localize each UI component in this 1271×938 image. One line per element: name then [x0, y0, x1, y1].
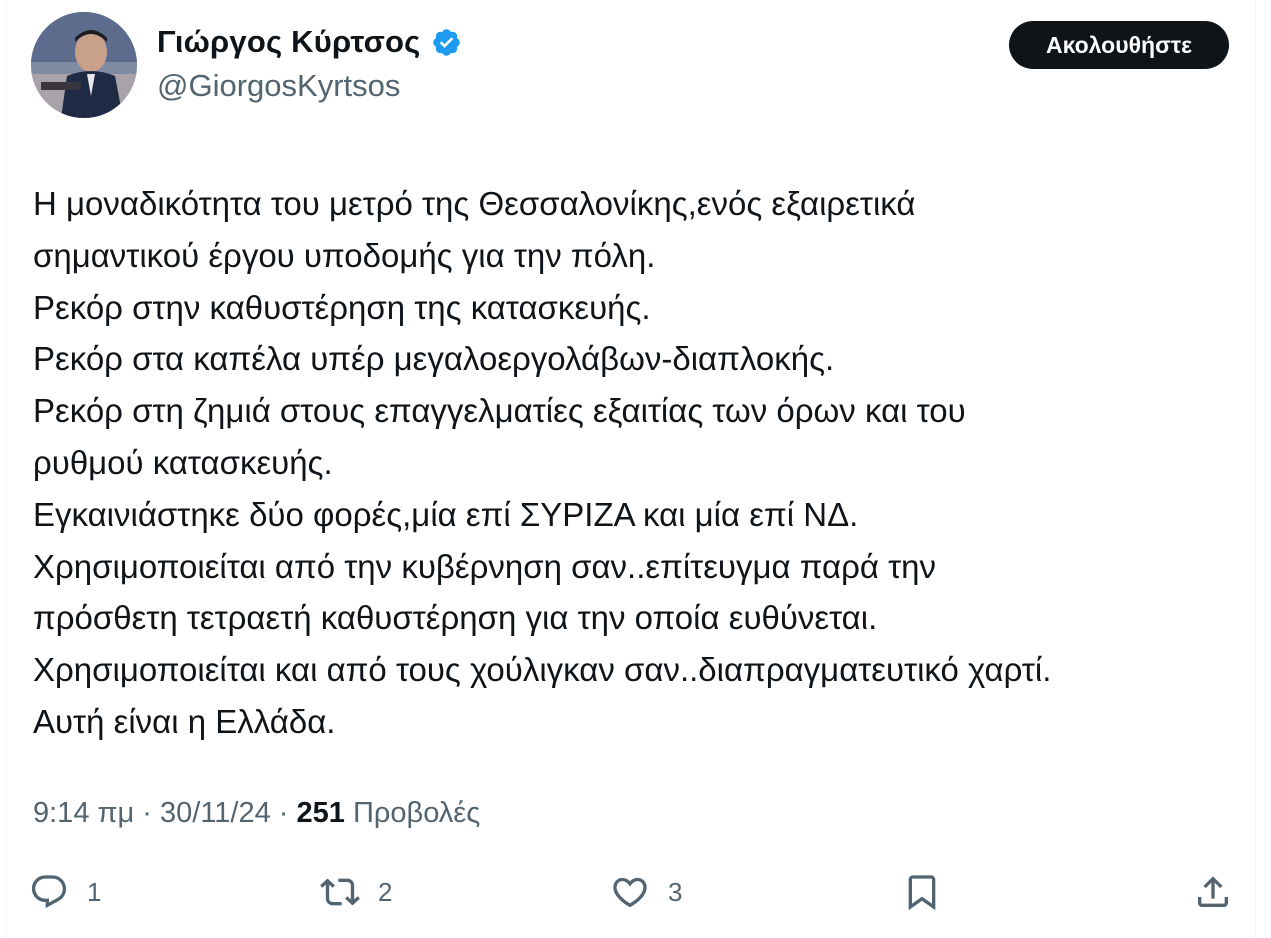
action-bar: 1 2 3: [7, 866, 1257, 918]
tweet-line: Εγκαινιάστηκε δύο φορές,μία επί ΣΥΡΙΖΑ κ…: [33, 495, 859, 533]
verified-badge-icon: [432, 28, 460, 56]
user-handle[interactable]: @GiorgosKyrtsos: [157, 68, 400, 104]
tweet-line: Ρεκόρ στα καπέλα υπέρ μεγαλοεργολάβων-δι…: [33, 340, 835, 378]
display-name[interactable]: Γιώργος Κύρτσος: [157, 24, 421, 60]
views-count: 251: [296, 797, 345, 829]
tweet-line: Χρησιμοποιείται από την κυβέρνηση σαν..ε…: [33, 547, 937, 585]
repost-button[interactable]: 2: [320, 866, 392, 918]
like-button[interactable]: 3: [610, 866, 682, 918]
tweet-line: πρόσθετη τετραετή καθυστέρηση για την οπ…: [33, 599, 878, 637]
reply-count: 1: [87, 876, 102, 907]
meta-separator: ·: [270, 797, 297, 829]
tweet-card: Γιώργος Κύρτσος @GiorgosKyrtsos Ακολουθή…: [6, 0, 1256, 938]
tweet-line: Η μοναδικότητα του μετρό της Θεσσαλονίκη…: [33, 185, 916, 222]
heart-icon: [613, 877, 647, 908]
tweet-meta: 9:14 πμ · 30/11/24 · 251 Προβολές: [33, 797, 480, 830]
tweet-line: σημαντικού έργου υποδομής για την πόλη.: [33, 236, 656, 274]
tweet-line: Χρησιμοποιείται και από τους χούλιγκαν σ…: [33, 651, 1052, 689]
reply-icon: [31, 875, 67, 909]
tweet-text: Η μοναδικότητα του μετρό της Θεσσαλονίκη…: [33, 178, 1248, 748]
tweet-line: Ρεκόρ στην καθυστέρηση της κατασκευής.: [33, 288, 651, 326]
repost-icon: [320, 878, 360, 906]
avatar[interactable]: [31, 12, 137, 118]
follow-button[interactable]: Ακολουθήστε: [1009, 21, 1229, 69]
bookmark-button[interactable]: [902, 866, 942, 918]
like-count: 3: [668, 876, 683, 907]
share-button[interactable]: [1193, 866, 1233, 918]
views-label: Προβολές: [352, 797, 481, 829]
repost-count: 2: [378, 876, 393, 907]
tweet-line: Αυτή είναι η Ελλάδα.: [33, 702, 336, 740]
avatar-photo: [31, 12, 137, 118]
meta-separator: ·: [134, 797, 160, 829]
tweet-line: ρυθμού κατασκευής.: [33, 443, 333, 481]
tweet-time[interactable]: 9:14 πμ: [33, 797, 134, 829]
tweet-date[interactable]: 30/11/24: [160, 797, 271, 829]
reply-button[interactable]: 1: [29, 866, 101, 918]
author-row: Γιώργος Κύρτσος: [157, 24, 462, 60]
bookmark-icon: [908, 875, 936, 911]
tweet-line: Ρεκόρ στη ζημιά στους επαγγελματίες εξαι…: [33, 392, 966, 430]
share-icon: [1198, 876, 1228, 907]
